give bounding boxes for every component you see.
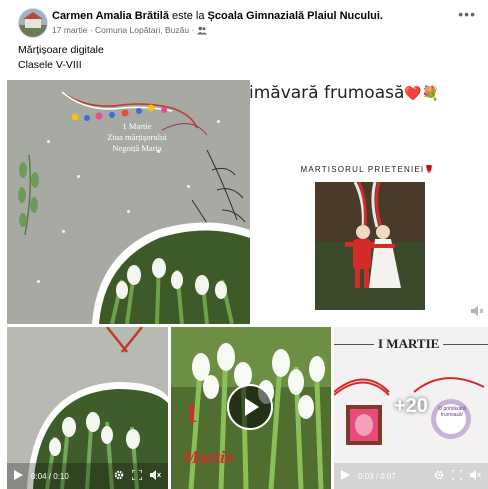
post-caption-line: Clasele V-VIII (18, 59, 82, 71)
more-options-button[interactable]: ••• (458, 6, 476, 22)
banner-text: rimăvară frumoasă❤️💐 (250, 83, 440, 103)
place-name[interactable]: Școala Gimnazială Plaiul Nucului. (208, 10, 383, 22)
martie-number: 1 (185, 399, 198, 428)
fullscreen-icon[interactable] (451, 469, 463, 482)
video-tile-1-martie[interactable]: 1 Martie (171, 327, 331, 489)
snowdrops-card-art (7, 80, 250, 324)
volume-mute-icon[interactable] (150, 470, 161, 482)
rose-emoji: 🌹 (424, 165, 436, 174)
post-date[interactable]: 17 martie (52, 25, 87, 35)
video-tile-i-martie[interactable]: I MARTIE O primăvară frumoasă! +20 0:03 … (334, 327, 488, 489)
play-icon[interactable] (14, 470, 23, 482)
photo-tile-martisorul-prieteniei[interactable]: rimăvară frumoasă❤️💐 MARTISORUL PRIETENI… (250, 80, 488, 324)
martie-word: Martie (183, 447, 234, 467)
video-time: 0:03 / 0:07 (358, 471, 396, 481)
video-controls: 0:04 / 0:10 (7, 463, 168, 489)
dot-separator: · (89, 25, 93, 35)
video-controls: 0:03 / 0:07 (334, 463, 488, 489)
volume-mute-icon[interactable] (470, 304, 484, 322)
martisor-dolls-photo (315, 182, 425, 310)
card-line-date: 1 Martie (122, 121, 152, 131)
play-icon (245, 398, 259, 416)
post-location[interactable]: Comuna Lopătari, Buzău (95, 25, 189, 35)
more-photos-count[interactable]: +20 (394, 395, 428, 418)
video-time: 0:04 / 0:10 (31, 471, 69, 481)
heart-bouquet-emoji: ❤️💐 (404, 86, 440, 102)
audience-friends-icon[interactable] (196, 26, 207, 37)
connector-text: este la (172, 10, 205, 22)
photo-tile-martisor-card[interactable]: 1 Martie Ziua mărțișorului Negoiță Maria (7, 80, 250, 324)
fullscreen-icon[interactable] (131, 469, 143, 482)
card-line-title: Ziua mărțișorului (107, 132, 167, 142)
video-tile-snowdrops[interactable]: 0:04 / 0:10 (7, 327, 168, 489)
author-name[interactable]: Carmen Amalia Brătilă (52, 10, 169, 22)
i-martie-header: I MARTIE (374, 336, 444, 352)
settings-gear-icon[interactable] (434, 470, 444, 482)
post-meta: 17 martie · Comuna Lopătari, Buzău · (52, 25, 207, 37)
settings-gear-icon[interactable] (114, 470, 124, 482)
post-caption-line: Mărțișoare digitale (18, 44, 104, 56)
subtitle-text: MARTISORUL PRIETENIEI🌹 (300, 165, 436, 174)
post-author-line: Carmen Amalia Brătilă este la Școala Gim… (52, 10, 383, 22)
badge-text: O primăvară frumoasă! (438, 406, 466, 418)
play-icon[interactable] (341, 470, 350, 482)
volume-mute-icon[interactable] (470, 470, 481, 482)
author-avatar[interactable] (18, 8, 48, 38)
dot-separator: · (191, 25, 195, 35)
play-button[interactable] (227, 384, 273, 430)
card-line-author: Negoiță Maria (112, 143, 162, 153)
card-text-block: 1 Martie Ziua mărțișorului Negoiță Maria (77, 121, 197, 154)
